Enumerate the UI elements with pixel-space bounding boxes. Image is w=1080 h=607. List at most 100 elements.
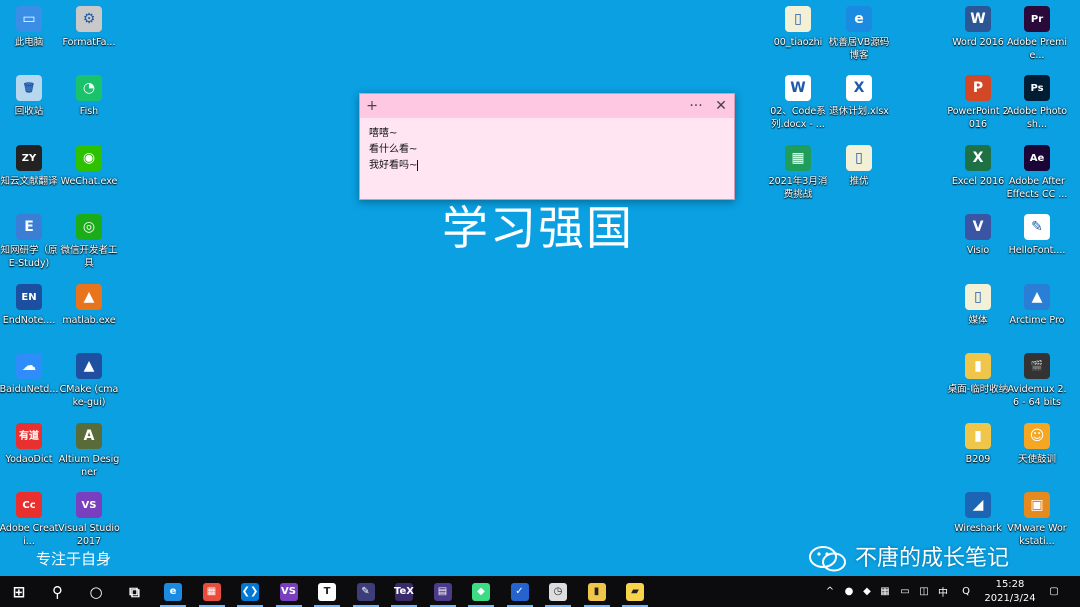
wechat-icon: ◉ bbox=[76, 145, 102, 171]
desktop-shortcut[interactable]: ▲ matlab.exe bbox=[58, 284, 120, 327]
taskbar-typora[interactable]: T bbox=[308, 576, 346, 607]
taskbar-visual-studio[interactable]: VS bbox=[270, 576, 308, 607]
desktop-shortcut-label: Wireshark bbox=[954, 523, 1002, 534]
desktop-shortcut[interactable]: A Altium Designer bbox=[58, 423, 120, 479]
desktop-shortcut[interactable]: ◢ Wireshark bbox=[947, 492, 1009, 535]
desktop-shortcut[interactable]: ◔ Fish bbox=[58, 75, 120, 118]
desktop-shortcut[interactable]: ▯ 推优 bbox=[828, 145, 890, 188]
taskbar-sticky-notes-icon: ▰ bbox=[626, 582, 644, 601]
taskbar-android[interactable]: ◆ bbox=[462, 576, 500, 607]
desktop-shortcut[interactable]: ☺ 天使鼓训 bbox=[1006, 423, 1068, 466]
desktop-shortcut-label: 退休计划.xlsx bbox=[829, 106, 889, 117]
desktop-shortcut[interactable]: ZY 知云文献翻译 bbox=[0, 145, 60, 188]
desktop-shortcut[interactable]: X Excel 2016 bbox=[947, 145, 1009, 188]
computer-icon: ▭ bbox=[16, 6, 42, 32]
desktop-shortcut[interactable]: ▲ CMake (cmake-gui) bbox=[58, 353, 120, 409]
desktop-shortcut[interactable]: ▮ 桌面-临时收纳 bbox=[947, 353, 1009, 396]
sticky-note-window[interactable]: + ··· ✕ 嘻嘻~ 看什么看~ 我好看吗~ bbox=[359, 93, 735, 200]
desktop-shortcut[interactable]: EN EndNote.... bbox=[0, 284, 60, 327]
desktop-shortcut[interactable]: W 02、Code系列.docx - ... bbox=[767, 75, 829, 131]
taskbar-app-pen[interactable]: ✎ bbox=[347, 576, 385, 607]
tray-battery-icon[interactable]: ▭ bbox=[897, 576, 913, 607]
taskbar-sticky-notes[interactable]: ▰ bbox=[616, 576, 654, 607]
desktop-shortcut[interactable]: 🗑 回收站 bbox=[0, 75, 60, 118]
youdao-icon: 有道 bbox=[16, 423, 42, 449]
tray-grid-icon[interactable]: ▦ bbox=[877, 576, 893, 607]
tray-network-icon[interactable]: ◫ bbox=[916, 576, 932, 607]
fish-icon: ◔ bbox=[76, 75, 102, 101]
desktop-shortcut[interactable]: X 退休计划.xlsx bbox=[828, 75, 890, 118]
desktop-shortcut[interactable]: ▯ 00_tiaozhi bbox=[767, 6, 829, 49]
task-view-button[interactable]: ⧉ bbox=[116, 576, 154, 607]
desktop-shortcut-label: Visual Studio 2017 bbox=[58, 523, 120, 547]
desktop-shortcut[interactable]: Ae Adobe After Effects CC ... bbox=[1006, 145, 1068, 201]
desktop-shortcut[interactable]: 🎬 Avidemux 2.6 - 64 bits bbox=[1006, 353, 1068, 409]
folder-icon: ▮ bbox=[965, 423, 991, 449]
wireshark-icon: ◢ bbox=[965, 492, 991, 518]
desktop-shortcut[interactable]: Cc Adobe Creati... bbox=[0, 492, 60, 548]
desktop-shortcut[interactable]: Pr Adobe Premie... bbox=[1006, 6, 1068, 62]
desktop-shortcut[interactable]: ▣ VMware Workstati... bbox=[1006, 492, 1068, 548]
taskbar-app-colorful-icon: ▦ bbox=[202, 582, 221, 601]
desktop-shortcut-label: matlab.exe bbox=[62, 315, 116, 326]
desktop-shortcut[interactable]: ▯ 媒体 bbox=[947, 284, 1009, 327]
desktop-shortcut[interactable]: ▭ 此电脑 bbox=[0, 6, 60, 49]
desktop-shortcut[interactable]: ⚙ FormatFa... bbox=[58, 6, 120, 49]
hellofont-icon: ✎ bbox=[1024, 214, 1050, 240]
sticky-note-text-area[interactable]: 嘻嘻~ 看什么看~ 我好看吗~ bbox=[360, 118, 734, 182]
taskbar-tex[interactable]: TeX bbox=[385, 576, 423, 607]
desktop-shortcut[interactable]: e 枕善居VB源码博客 bbox=[828, 6, 890, 62]
desktop-shortcut[interactable]: W Word 2016 bbox=[947, 6, 1009, 49]
search-button[interactable]: ⚲ bbox=[39, 576, 77, 607]
desktop-shortcut-label: 2021年3月消费挑战 bbox=[768, 176, 828, 200]
desktop-shortcut-label: FormatFa... bbox=[62, 37, 116, 48]
taskbar-clock-app[interactable]: ◷ bbox=[539, 576, 577, 607]
add-note-button[interactable]: + bbox=[360, 94, 384, 118]
desktop-shortcut[interactable]: ▦ 2021年3月消费挑战 bbox=[767, 145, 829, 201]
more-options-button[interactable]: ··· bbox=[684, 94, 708, 118]
desktop-shortcut[interactable]: ▮ B209 bbox=[947, 423, 1009, 466]
folder-media-icon: ▯ bbox=[965, 284, 991, 310]
desktop-shortcut[interactable]: ☁ BaiduNetd... bbox=[0, 353, 60, 396]
tray-app-icon[interactable]: ◆ bbox=[859, 576, 875, 607]
taskbar-todo[interactable]: ✓ bbox=[501, 576, 539, 607]
taskbar-vscode[interactable]: ❮❯ bbox=[231, 576, 269, 607]
desktop-shortcut[interactable]: V Visio bbox=[947, 214, 1009, 257]
tray-ime-indicator[interactable]: 中 bbox=[936, 576, 950, 607]
taskbar-app-colorful[interactable]: ▦ bbox=[193, 576, 231, 607]
desktop-shortcut[interactable]: VS Visual Studio 2017 bbox=[58, 492, 120, 548]
desktop-shortcut[interactable]: 有道 YodaoDict bbox=[0, 423, 60, 466]
desktop-shortcut[interactable]: Ps Adobe Photosh... bbox=[1006, 75, 1068, 131]
tray-overflow-chevron-icon[interactable]: ^ bbox=[822, 576, 838, 607]
wallpaper-caption: 专注于自身 bbox=[36, 550, 112, 568]
desktop-shortcut[interactable]: E 知网研学（原E-Study) bbox=[0, 214, 60, 270]
desktop-shortcut[interactable]: ◎ 微信开发者工具 bbox=[58, 214, 120, 270]
desktop-shortcut[interactable]: ▲ Arctime Pro bbox=[1006, 284, 1068, 327]
close-button[interactable]: ✕ bbox=[709, 94, 733, 118]
vmware-icon: ▣ bbox=[1024, 492, 1050, 518]
start-button[interactable]: ⊞ bbox=[0, 576, 38, 607]
tray-q-icon[interactable]: Q bbox=[957, 576, 975, 607]
desktop-shortcut-label: Arctime Pro bbox=[1009, 315, 1065, 326]
desktop-shortcut[interactable]: P PowerPoint 2016 bbox=[947, 75, 1009, 131]
formatfactory-icon: ⚙ bbox=[76, 6, 102, 32]
tray-wechat-icon[interactable]: ● bbox=[841, 576, 857, 607]
notification-center-icon[interactable]: ▢ bbox=[1045, 576, 1063, 607]
taskbar-edge[interactable]: e bbox=[154, 576, 192, 607]
desktop-shortcut-label: Avidemux 2.6 - 64 bits bbox=[1007, 384, 1067, 408]
taskbar-file-explorer[interactable]: ▮ bbox=[578, 576, 616, 607]
desktop-shortcut[interactable]: ✎ HelloFont.... bbox=[1006, 214, 1068, 257]
recycle-bin-icon: 🗑 bbox=[16, 75, 42, 101]
desktop-shortcut-label: Visio bbox=[966, 245, 990, 256]
taskbar-clock[interactable]: 15:28 2021/3/24 bbox=[980, 578, 1040, 606]
cortana-button[interactable]: ○ bbox=[77, 576, 115, 607]
desktop-shortcut-label: 微信开发者工具 bbox=[60, 245, 118, 269]
taskbar-app-bar[interactable]: ▤ bbox=[424, 576, 462, 607]
desktop-shortcut-label: Excel 2016 bbox=[951, 176, 1005, 187]
zhiyun-icon: ZY bbox=[16, 145, 42, 171]
sticky-note-titlebar[interactable]: + ··· ✕ bbox=[360, 94, 734, 118]
creative-cloud-icon: Cc bbox=[16, 492, 42, 518]
docx-icon: W bbox=[785, 75, 811, 101]
desktop-shortcut[interactable]: ◉ WeChat.exe bbox=[58, 145, 120, 188]
taskbar-android-icon: ◆ bbox=[472, 582, 490, 601]
